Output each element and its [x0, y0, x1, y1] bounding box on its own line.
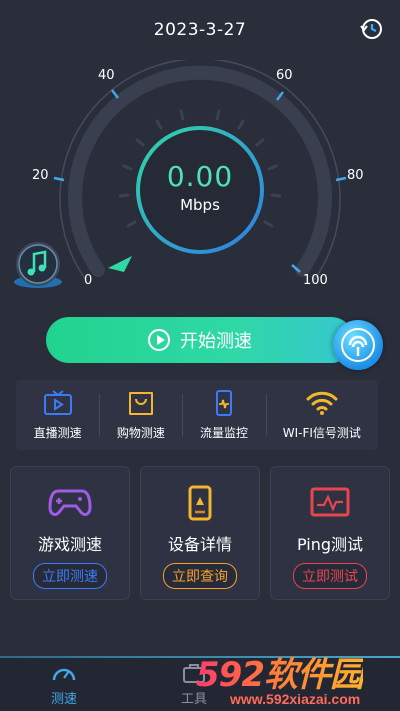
- header: 2023-3-27: [0, 0, 400, 60]
- tool-wifi-signal-test[interactable]: WI-FI信号测试: [265, 380, 378, 450]
- phone-monitor-icon: [216, 389, 233, 416]
- tool-traffic-monitor[interactable]: 流量监控: [182, 380, 265, 450]
- start-test-button[interactable]: 开始测速: [46, 317, 354, 363]
- card-device-details[interactable]: 设备详情 立即查询: [140, 466, 260, 600]
- gauge-tick-40: 40: [98, 68, 115, 83]
- gauge-tick-0: 0: [84, 273, 93, 288]
- tool-label: 直播测速: [33, 425, 82, 440]
- device-icon: [188, 485, 212, 521]
- feature-cards: 游戏测速 立即测速 设备详情 立即查询 Ping测试 立即测试: [10, 466, 390, 600]
- gauge-tick-60: 60: [276, 68, 293, 83]
- tool-label: 流量监控: [200, 425, 249, 440]
- ping-chart-icon: [310, 487, 350, 517]
- watermark-url: www.592xiazai.com: [230, 691, 361, 707]
- gamepad-icon: [48, 489, 92, 516]
- site-watermark: 592软件园 www.592xiazai.com: [196, 647, 400, 711]
- tool-label: WI-FI信号测试: [282, 425, 361, 440]
- card-action-button[interactable]: 立即测速: [33, 563, 107, 589]
- history-clock-icon: [360, 19, 382, 39]
- tool-shopping-test[interactable]: 购物测速: [99, 380, 182, 450]
- tv-icon: [43, 389, 72, 415]
- tool-label: 购物测速: [116, 425, 165, 440]
- quick-tools-row: 直播测速 购物测速 流量监控 WI-FI信号测试: [16, 380, 378, 450]
- start-test-label: 开始测速: [180, 331, 252, 352]
- tool-live-stream-test[interactable]: 直播测速: [16, 380, 99, 450]
- gauge-tick-100: 100: [303, 273, 328, 288]
- wifi-signal-icon: [341, 328, 375, 362]
- speedometer-icon: [52, 668, 76, 681]
- card-ping-test[interactable]: Ping测试 立即测试: [270, 466, 390, 600]
- history-button[interactable]: [358, 16, 384, 42]
- date-label: 2023-3-27: [153, 20, 247, 40]
- wifi-analyzer-button[interactable]: [333, 320, 383, 370]
- card-title: Ping测试: [296, 535, 364, 554]
- speed-value: 0.00: [166, 160, 234, 193]
- nav-label: 测速: [50, 692, 77, 707]
- wifi-icon: [306, 391, 338, 415]
- speed-unit: Mbps: [180, 196, 220, 214]
- card-game-speed[interactable]: 游戏测速 立即测速: [10, 466, 130, 600]
- card-action-button[interactable]: 立即测试: [293, 563, 367, 589]
- play-circle-icon: [148, 329, 170, 351]
- music-button[interactable]: [8, 238, 68, 290]
- card-action-button[interactable]: 立即查询: [163, 563, 237, 589]
- card-title: 游戏测速: [37, 535, 102, 554]
- card-title: 设备详情: [167, 535, 232, 554]
- shopping-bag-icon: [128, 391, 153, 415]
- nav-item-speed-test[interactable]: 测速: [34, 662, 94, 707]
- watermark-logo: 592软件园: [196, 647, 364, 696]
- music-note-icon: [14, 242, 62, 288]
